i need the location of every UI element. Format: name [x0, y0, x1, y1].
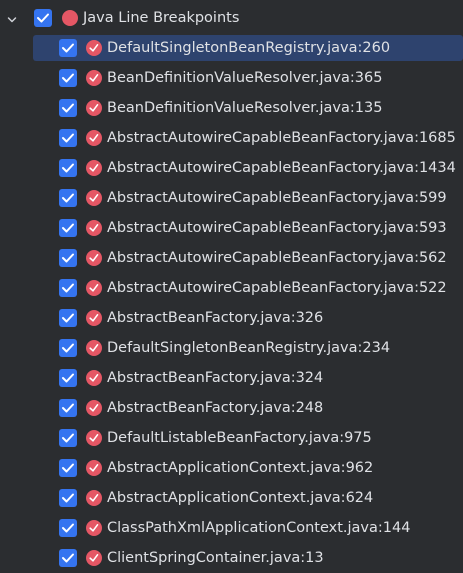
breakpoint-label: AbstractAutowireCapableBeanFactory.java:… [107, 220, 447, 236]
line-breakpoint-verified-icon [86, 310, 102, 326]
line-breakpoint-verified-icon [86, 460, 102, 476]
breakpoint-item[interactable]: AbstractAutowireCapableBeanFactory.java:… [0, 183, 463, 213]
breakpoint-checkbox[interactable] [59, 249, 77, 267]
breakpoint-item[interactable]: AbstractBeanFactory.java:324 [0, 363, 463, 393]
breakpoint-checkbox[interactable] [59, 429, 77, 447]
breakpoint-item[interactable]: AbstractAutowireCapableBeanFactory.java:… [0, 123, 463, 153]
breakpoint-label: AbstractApplicationContext.java:624 [107, 490, 374, 506]
breakpoint-item[interactable]: BeanDefinitionValueResolver.java:365 [0, 63, 463, 93]
breakpoint-checkbox[interactable] [59, 159, 77, 177]
breakpoint-checkbox[interactable] [59, 69, 77, 87]
breakpoint-item[interactable]: ClientSpringContainer.java:13 [0, 543, 463, 573]
breakpoint-label: BeanDefinitionValueResolver.java:135 [107, 100, 383, 116]
group-label: Java Line Breakpoints [83, 10, 240, 26]
breakpoint-checkbox[interactable] [59, 99, 77, 117]
breakpoint-label: AbstractAutowireCapableBeanFactory.java:… [107, 160, 456, 176]
breakpoint-label: DefaultSingletonBeanRegistry.java:234 [107, 340, 391, 356]
breakpoint-item[interactable]: AbstractApplicationContext.java:962 [0, 453, 463, 483]
breakpoint-item[interactable]: AbstractBeanFactory.java:248 [0, 393, 463, 423]
line-breakpoint-verified-icon [86, 160, 102, 176]
breakpoint-label: AbstractAutowireCapableBeanFactory.java:… [107, 130, 456, 146]
breakpoint-label: AbstractAutowireCapableBeanFactory.java:… [107, 250, 447, 266]
breakpoint-label: BeanDefinitionValueResolver.java:365 [107, 70, 383, 86]
breakpoint-checkbox[interactable] [59, 189, 77, 207]
line-breakpoint-verified-icon [86, 490, 102, 506]
breakpoint-label: AbstractBeanFactory.java:324 [107, 370, 324, 386]
breakpoint-item[interactable]: AbstractBeanFactory.java:326 [0, 303, 463, 333]
breakpoint-item[interactable]: AbstractAutowireCapableBeanFactory.java:… [0, 213, 463, 243]
breakpoint-label: DefaultSingletonBeanRegistry.java:260 [107, 40, 391, 56]
breakpoint-item[interactable]: AbstractApplicationContext.java:624 [0, 483, 463, 513]
breakpoint-checkbox[interactable] [59, 279, 77, 297]
line-breakpoint-verified-icon [86, 370, 102, 386]
breakpoint-group-icon [62, 10, 78, 26]
breakpoint-checkbox[interactable] [59, 489, 77, 507]
line-breakpoint-verified-icon [86, 130, 102, 146]
line-breakpoint-verified-icon [86, 280, 102, 296]
breakpoint-label: DefaultListableBeanFactory.java:975 [107, 430, 372, 446]
breakpoint-item[interactable]: BeanDefinitionValueResolver.java:135 [0, 93, 463, 123]
breakpoint-checkbox[interactable] [59, 399, 77, 417]
line-breakpoint-verified-icon [86, 550, 102, 566]
breakpoint-checkbox[interactable] [59, 369, 77, 387]
line-breakpoint-verified-icon [86, 430, 102, 446]
breakpoint-label: AbstractBeanFactory.java:248 [107, 400, 324, 416]
line-breakpoint-verified-icon [86, 340, 102, 356]
breakpoint-item[interactable]: AbstractAutowireCapableBeanFactory.java:… [0, 153, 463, 183]
breakpoint-item[interactable]: ClassPathXmlApplicationContext.java:144 [0, 513, 463, 543]
breakpoint-checkbox[interactable] [59, 459, 77, 477]
breakpoint-label: ClassPathXmlApplicationContext.java:144 [107, 520, 411, 536]
breakpoint-label: ClientSpringContainer.java:13 [107, 550, 324, 566]
line-breakpoint-verified-icon [86, 190, 102, 206]
breakpoint-checkbox[interactable] [59, 219, 77, 237]
breakpoint-item[interactable]: DefaultListableBeanFactory.java:975 [0, 423, 463, 453]
line-breakpoint-verified-icon [86, 250, 102, 266]
group-checkbox[interactable] [34, 9, 52, 27]
breakpoint-item[interactable]: AbstractAutowireCapableBeanFactory.java:… [0, 273, 463, 303]
breakpoint-checkbox[interactable] [59, 309, 77, 327]
chevron-down-icon[interactable] [7, 13, 17, 23]
breakpoint-label: AbstractBeanFactory.java:326 [107, 310, 324, 326]
breakpoint-checkbox[interactable] [59, 39, 77, 57]
line-breakpoint-verified-icon [86, 220, 102, 236]
line-breakpoint-verified-icon [86, 400, 102, 416]
tree-group-java-line-breakpoints[interactable]: Java Line Breakpoints [0, 3, 463, 33]
breakpoint-item[interactable]: DefaultSingletonBeanRegistry.java:260 [0, 33, 463, 63]
breakpoint-checkbox[interactable] [59, 519, 77, 537]
line-breakpoint-verified-icon [86, 520, 102, 536]
line-breakpoint-verified-icon [86, 70, 102, 86]
breakpoint-item[interactable]: DefaultSingletonBeanRegistry.java:234 [0, 333, 463, 363]
breakpoint-checkbox[interactable] [59, 339, 77, 357]
breakpoint-checkbox[interactable] [59, 129, 77, 147]
breakpoint-label: AbstractAutowireCapableBeanFactory.java:… [107, 280, 447, 296]
breakpoint-label: AbstractApplicationContext.java:962 [107, 460, 374, 476]
line-breakpoint-verified-icon [86, 100, 102, 116]
breakpoint-checkbox[interactable] [59, 549, 77, 567]
breakpoint-item[interactable]: AbstractAutowireCapableBeanFactory.java:… [0, 243, 463, 273]
line-breakpoint-verified-icon [86, 40, 102, 56]
breakpoint-label: AbstractAutowireCapableBeanFactory.java:… [107, 190, 447, 206]
breakpoints-tree: Java Line Breakpoints DefaultSingletonBe… [0, 0, 463, 573]
